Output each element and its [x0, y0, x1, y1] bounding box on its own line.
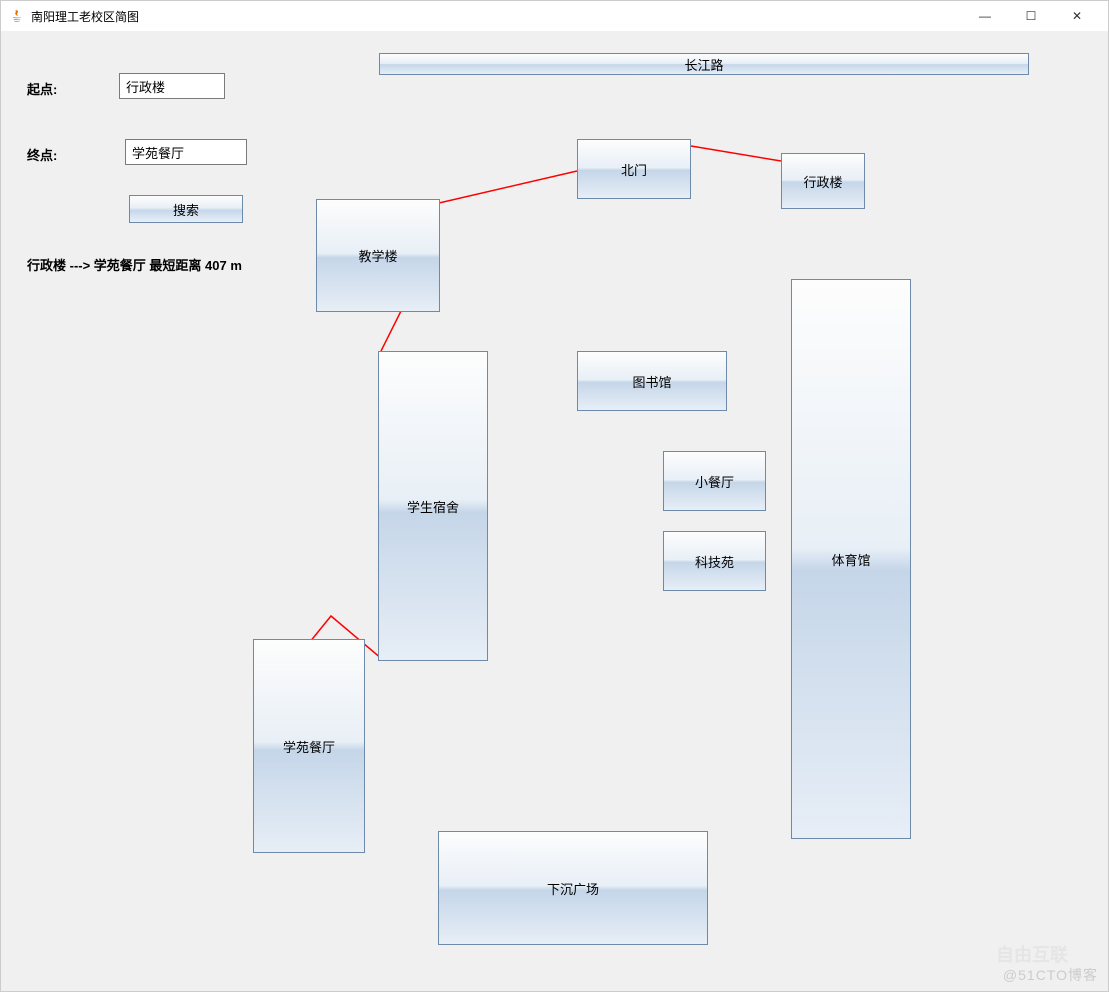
node-label: 行政楼 — [803, 172, 842, 191]
node-label: 学苑餐厅 — [283, 737, 335, 756]
node-changjiang-road[interactable]: 长江路 — [379, 53, 1029, 75]
node-library[interactable]: 图书馆 — [577, 351, 727, 411]
close-icon: ✕ — [1072, 9, 1082, 23]
titlebar: 南阳理工老校区简图 — ☐ ✕ — [1, 1, 1108, 32]
node-label: 学生宿舍 — [407, 497, 459, 516]
search-button-label: 搜索 — [173, 200, 199, 219]
node-label: 下沉广场 — [547, 879, 599, 898]
node-sunken-plaza[interactable]: 下沉广场 — [438, 831, 708, 945]
node-small-canteen[interactable]: 小餐厅 — [663, 451, 766, 511]
node-dormitory[interactable]: 学生宿舍 — [378, 351, 488, 661]
node-label: 北门 — [621, 160, 647, 179]
maximize-icon: ☐ — [1026, 9, 1037, 23]
window-title: 南阳理工老校区简图 — [31, 8, 139, 25]
node-label: 教学楼 — [358, 246, 397, 265]
start-input[interactable] — [119, 73, 225, 99]
node-xueyuan-canteen[interactable]: 学苑餐厅 — [253, 639, 365, 853]
node-label: 长江路 — [684, 55, 723, 74]
minimize-icon: — — [979, 9, 991, 23]
client-area: 起点: 终点: 搜索 行政楼 ---> 学苑餐厅 最短距离 407 m 长江路 … — [1, 31, 1108, 991]
watermark-text: @51CTO博客 — [1003, 965, 1098, 985]
node-gymnasium[interactable]: 体育馆 — [791, 279, 911, 839]
node-label: 图书馆 — [632, 372, 671, 391]
node-admin-building[interactable]: 行政楼 — [781, 153, 865, 209]
watermark-logo: 自由互联 — [996, 941, 1068, 967]
end-input[interactable] — [125, 139, 247, 165]
node-teaching-building[interactable]: 教学楼 — [316, 199, 440, 312]
close-button[interactable]: ✕ — [1054, 1, 1100, 31]
app-window: 南阳理工老校区简图 — ☐ ✕ 起点: 终点: 搜索 行政楼 ---> 学苑餐厅… — [0, 0, 1109, 992]
search-button[interactable]: 搜索 — [129, 195, 243, 223]
java-icon — [9, 8, 25, 24]
node-tech-park[interactable]: 科技苑 — [663, 531, 766, 591]
maximize-button[interactable]: ☐ — [1008, 1, 1054, 31]
node-north-gate[interactable]: 北门 — [577, 139, 691, 199]
start-label: 起点: — [27, 79, 57, 98]
node-label: 小餐厅 — [695, 472, 734, 491]
node-label: 科技苑 — [695, 552, 734, 571]
minimize-button[interactable]: — — [962, 1, 1008, 31]
end-label: 终点: — [27, 145, 57, 164]
result-text: 行政楼 ---> 学苑餐厅 最短距离 407 m — [27, 255, 242, 274]
node-label: 体育馆 — [831, 550, 870, 569]
